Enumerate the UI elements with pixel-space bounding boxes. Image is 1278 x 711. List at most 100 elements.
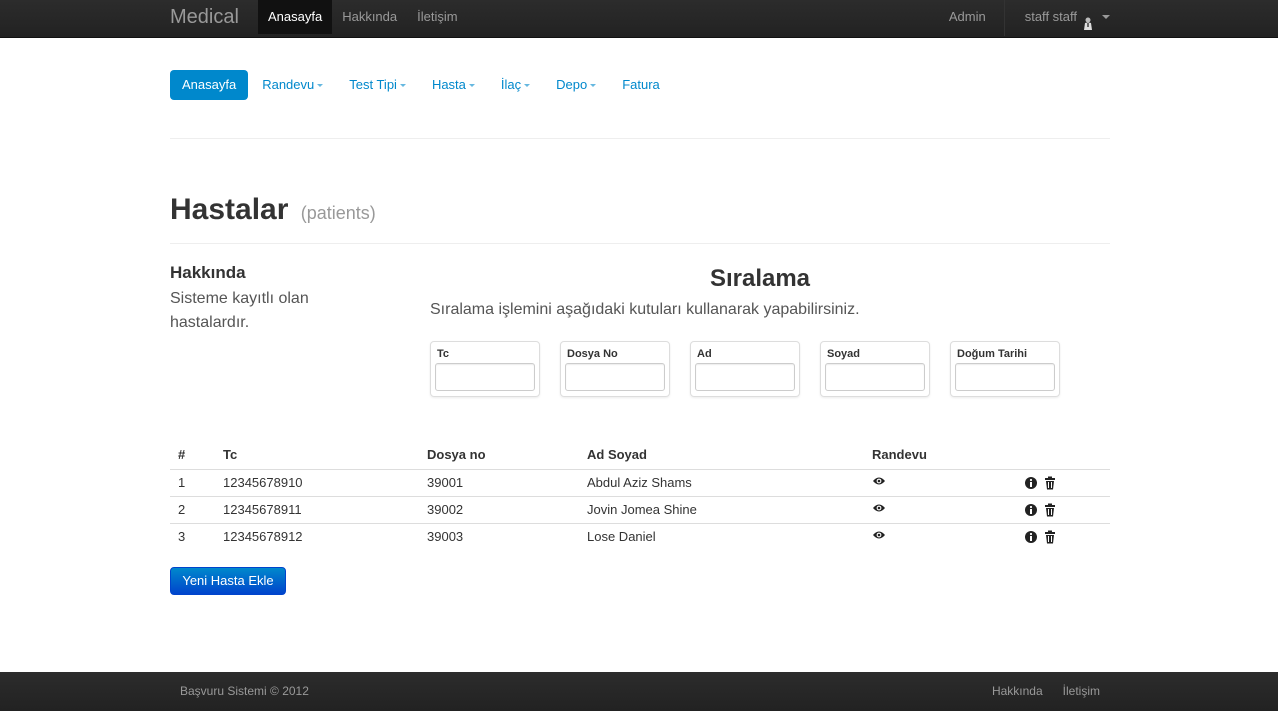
filter-ad-label: Ad [697,348,712,360]
cell-name: Lose Daniel [579,522,864,550]
cell-num: 3 [170,522,215,550]
brand-logo[interactable]: Medical [170,6,239,29]
table-row: 2 12345678911 39002 Jovin Jomea Shine [170,495,1110,523]
cell-actions [1016,522,1110,550]
cell-dosya: 39001 [427,475,464,490]
person-icon [1082,10,1094,30]
sort-description: Sıralama işlemini aşağıdaki kutuları kul… [430,301,860,318]
subnav-home-label: Anasayfa [182,77,237,92]
chevron-down-icon [399,83,406,87]
cell-randevu [864,469,1016,496]
cell-randevu [864,522,1016,550]
cell-tc: 12345678912 [215,522,419,550]
subnav-test-tipi-label: Test Tipi [349,77,397,92]
cell-randevu [864,495,1016,523]
subnav-test-tipi[interactable]: Test Tipi [337,70,418,100]
subnav-randevu[interactable]: Randevu [250,70,335,100]
about-text: Sisteme kayıtlı olan hastalardır. [170,290,309,331]
cell-name: Abdul Aziz Shams [587,475,692,490]
col-header-actions [1016,441,1110,470]
eye-icon[interactable] [872,474,886,488]
add-patient-button[interactable]: Yeni Hasta Ekle [170,567,286,595]
divider [170,243,1110,244]
subnav-ilac[interactable]: İlaç [489,70,542,100]
patients-table: # Tc Dosya no Ad Soyad Randevu 1 1234567… [170,441,1110,550]
info-icon[interactable] [1024,476,1038,490]
cell-tc: 12345678911 [215,495,419,523]
col-header-num: # [170,441,215,470]
footer-link-about[interactable]: Hakkında [992,684,1043,698]
top-navbar: Medical Anasayfa Hakkında İletişim Admin… [0,0,1278,38]
subnav-randevu-label: Randevu [262,77,315,92]
footer-copyright: Başvuru Sistemi © 2012 [180,684,309,698]
footer: Başvuru Sistemi © 2012 Hakkında İletişim [0,672,1278,711]
filter-soyad-input[interactable] [825,363,925,391]
sub-nav: Anasayfa Randevu Test Tipi Hasta İlaç De… [170,70,674,100]
info-icon[interactable] [1024,503,1038,517]
page-subtitle: (patients) [300,203,376,223]
footer-links: Hakkında İletişim [972,684,1100,698]
top-nav-contact[interactable]: İletişim [407,0,467,34]
chevron-down-icon [317,83,324,87]
filter-tc-label: Tc [437,348,450,360]
filter-soyad-label: Soyad [827,348,861,360]
trash-icon[interactable] [1043,476,1057,490]
eye-icon[interactable] [872,528,886,542]
filter-ad: Ad [690,341,800,397]
col-header-name: Ad Soyad [579,441,864,470]
cell-num: 2 [170,495,215,523]
filter-dosya-no-input[interactable] [565,363,665,391]
user-name: staff staff [1024,9,1077,24]
subnav-ilac-label: İlaç [500,77,522,92]
filter-dogum-tarihi: Doğum Tarihi [950,341,1060,397]
divider [170,138,1110,139]
trash-icon[interactable] [1043,503,1057,517]
admin-link[interactable]: Admin [949,0,1004,34]
info-icon[interactable] [1024,530,1038,544]
page-title-text: Hastalar [170,193,289,226]
footer-link-contact[interactable]: İletişim [1063,684,1100,698]
filter-dogum-tarihi-label: Doğum Tarihi [957,348,1028,360]
cell-actions [1016,469,1110,496]
user-menu[interactable]: staff staff [1005,0,1110,34]
cell-dosya: 39002 [419,495,579,523]
filter-dosya-no-label: Dosya No [567,348,618,360]
cell-actions [1016,495,1110,523]
table-header-row: # Tc Dosya no Ad Soyad Randevu [170,441,1110,470]
subnav-fatura[interactable]: Fatura [610,70,672,100]
filter-soyad: Soyad [820,341,930,397]
filter-dosya-no: Dosya No [560,341,670,397]
top-nav-links: Anasayfa Hakkında İletişim [258,0,468,34]
col-header-dosya: Dosya no [419,441,579,470]
subnav-fatura-label: Fatura [622,77,660,92]
filter-ad-input[interactable] [695,363,795,391]
chevron-down-icon [590,83,597,87]
cell-dosya: 39003 [419,522,579,550]
cell-num: 1 [178,475,186,490]
subnav-hasta-label: Hasta [431,77,466,92]
chevron-down-icon [1102,15,1110,19]
cell-tc: 12345678910 [223,475,303,490]
col-header-tc: Tc [215,441,419,470]
filter-tc: Tc [430,341,540,397]
filter-tc-input[interactable] [435,363,535,391]
col-header-randevu: Randevu [864,441,1016,470]
subnav-hasta[interactable]: Hasta [420,70,487,100]
chevron-down-icon [524,83,531,87]
page-title: Hastalar (patients) [170,193,376,227]
cell-name: Jovin Jomea Shine [579,495,864,523]
about-heading: Hakkında [170,263,246,282]
chevron-down-icon [468,83,475,87]
top-nav-about[interactable]: Hakkında [332,0,407,34]
filter-dogum-tarihi-input[interactable] [955,363,1055,391]
trash-icon[interactable] [1043,530,1057,544]
sort-filters: Tc Dosya No Ad Soyad Doğum Tarihi [430,341,1080,397]
subnav-home[interactable]: Anasayfa [170,70,249,100]
sort-heading: Sıralama [709,265,811,292]
top-nav-home[interactable]: Anasayfa [258,0,333,34]
eye-icon[interactable] [872,501,886,515]
table-row: 1 12345678910 39001 Abdul Aziz Shams [170,469,1110,496]
table-row: 3 12345678912 39003 Lose Daniel [170,522,1110,550]
subnav-depo-label: Depo [556,77,588,92]
subnav-depo[interactable]: Depo [544,70,608,100]
